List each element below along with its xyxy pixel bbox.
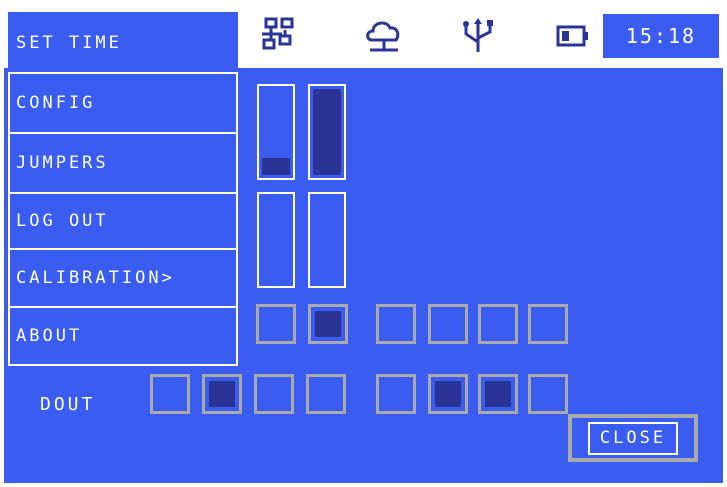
usb-icon <box>463 18 493 52</box>
cloud-icon <box>366 21 400 52</box>
dout-indicator <box>478 374 518 414</box>
din-indicator <box>478 304 518 344</box>
menu-item-log-out[interactable]: Log out <box>8 192 238 250</box>
dout-label: Dout <box>40 394 96 415</box>
din-indicator <box>308 304 348 344</box>
menu-item-config[interactable]: Config <box>8 72 238 134</box>
menu-item-label: Jumpers <box>16 152 109 173</box>
din-indicator <box>376 304 416 344</box>
analog-bar <box>257 192 295 288</box>
dout-indicator <box>202 374 242 414</box>
analog-bar-fill <box>262 158 290 175</box>
menu-item-label: Calibration> <box>16 267 175 288</box>
analog-bar <box>308 192 346 288</box>
dout-indicator <box>254 374 294 414</box>
din-indicator <box>428 304 468 344</box>
menu-item-calibration[interactable]: Calibration> <box>8 248 238 308</box>
analog-bar <box>308 84 346 180</box>
menu-item-label: About <box>16 325 83 346</box>
menu-item-label: Set time <box>16 32 122 53</box>
network-icon <box>262 17 294 50</box>
dout-indicator <box>306 374 346 414</box>
dout-indicator <box>150 374 190 414</box>
analog-bar-fill <box>313 89 341 175</box>
close-button[interactable]: Close <box>568 414 698 462</box>
menu-item-label: Config <box>16 92 96 113</box>
din-indicator <box>256 304 296 344</box>
dout-indicator <box>428 374 468 414</box>
battery-icon <box>556 25 588 47</box>
menu-item-jumpers[interactable]: Jumpers <box>8 132 238 194</box>
close-button-label: Close <box>587 421 679 455</box>
clock-display: 15:18 <box>603 14 719 58</box>
device-screen: 15:18 Set time Config Jumpers Log out Ca… <box>4 4 723 483</box>
dout-indicator <box>528 374 568 414</box>
clock-time: 15:18 <box>625 24 697 48</box>
menu-item-about[interactable]: About <box>8 306 238 366</box>
menu-item-set-time[interactable]: Set time <box>8 12 238 74</box>
dout-indicator <box>376 374 416 414</box>
menu-item-label: Log out <box>16 210 109 231</box>
analog-bar <box>257 84 295 180</box>
din-indicator <box>528 304 568 344</box>
